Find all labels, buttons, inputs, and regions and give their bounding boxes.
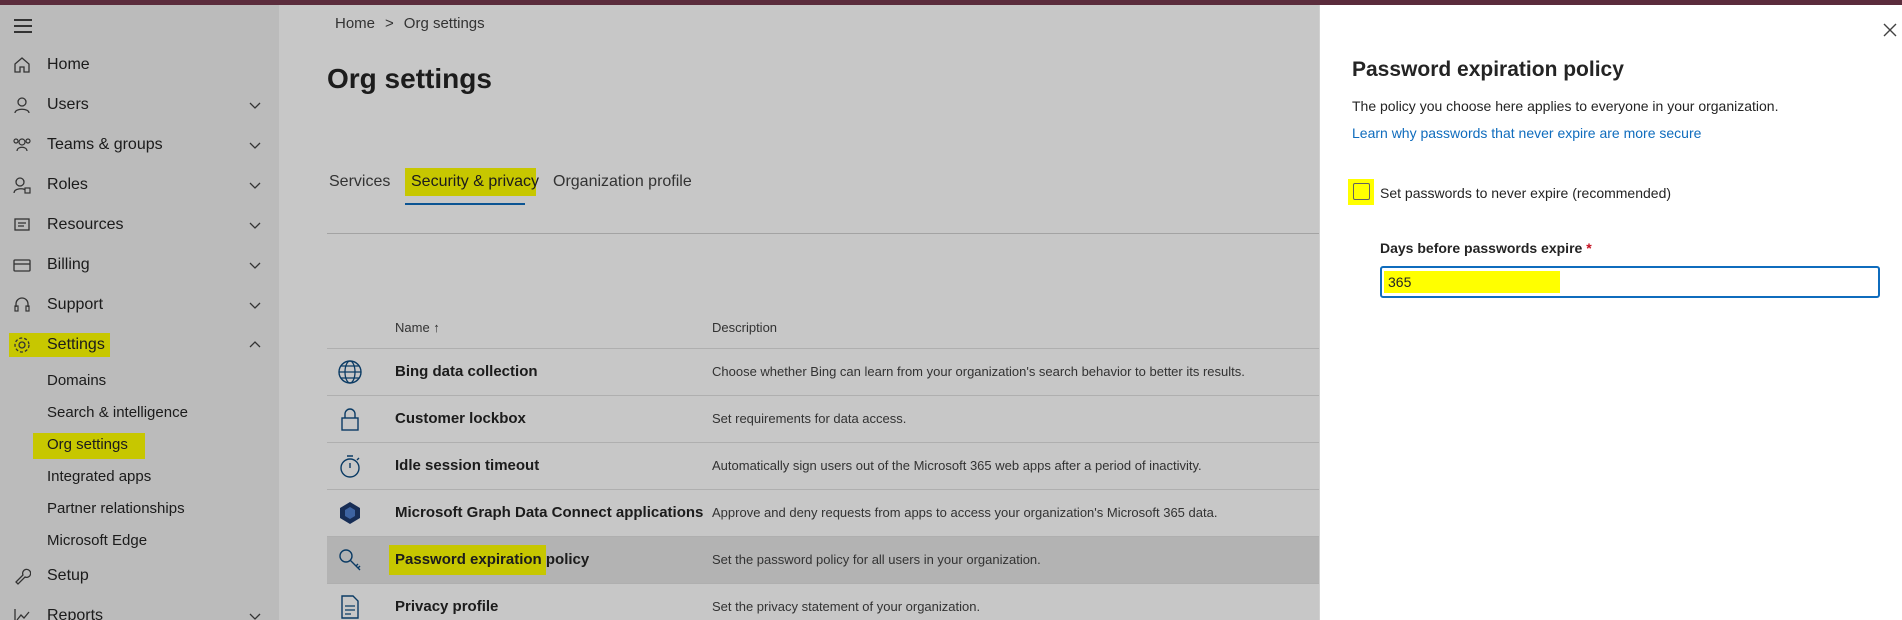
days-value[interactable]: 365 (1388, 274, 1411, 290)
never-expire-label[interactable]: Set passwords to never expire (recommend… (1380, 185, 1671, 201)
days-before-expire-input[interactable]: 365 (1380, 266, 1880, 298)
close-icon[interactable] (1880, 20, 1900, 40)
modal-backdrop[interactable] (0, 5, 1319, 620)
panel-title: Password expiration policy (1352, 58, 1624, 81)
checkbox-highlight (1348, 179, 1374, 205)
required-mark: * (1586, 240, 1592, 256)
days-field-label-text: Days before passwords expire (1380, 240, 1583, 256)
learn-more-link[interactable]: Learn why passwords that never expire ar… (1352, 125, 1701, 141)
panel-description: The policy you choose here applies to ev… (1352, 98, 1779, 114)
never-expire-checkbox[interactable] (1353, 183, 1370, 200)
password-policy-panel: Password expiration policy The policy yo… (1319, 5, 1902, 620)
days-field-label: Days before passwords expire * (1380, 240, 1592, 256)
